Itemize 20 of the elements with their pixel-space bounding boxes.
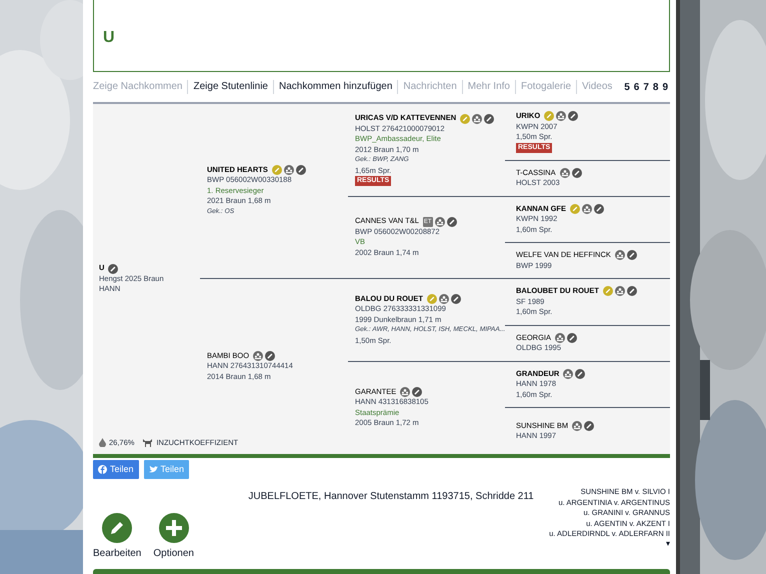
page-link[interactable]: 9 — [662, 80, 668, 94]
bird-icon — [148, 465, 158, 474]
facebook-icon — [98, 465, 107, 474]
plus-icon — [158, 513, 189, 543]
mare-line-title: JUBELFLOETE, Hannover Stutenstamm 1193715, Schridde 211 — [248, 490, 534, 504]
page-link[interactable]: 5 — [624, 80, 630, 94]
page-link[interactable]: 8 — [652, 80, 658, 94]
expand-toggle[interactable]: ▾ — [666, 540, 670, 548]
action-button[interactable]: Bearbeiten — [93, 513, 142, 561]
page-link[interactable]: 7 — [643, 80, 649, 94]
drop-icon — [99, 438, 106, 447]
action-button[interactable]: Optionen — [153, 513, 194, 561]
share-button[interactable]: Teilen — [93, 460, 139, 479]
horse-title: U — [103, 28, 115, 48]
pencil-icon — [102, 513, 132, 543]
horse-icon — [142, 438, 154, 447]
tab-link[interactable]: Zeige Stutenlinie — [187, 80, 273, 94]
tab-link[interactable]: Nachkommen hinzufügen — [272, 80, 398, 94]
scrollbar[interactable] — [676, 0, 680, 574]
page-link[interactable]: 6 — [634, 80, 640, 94]
